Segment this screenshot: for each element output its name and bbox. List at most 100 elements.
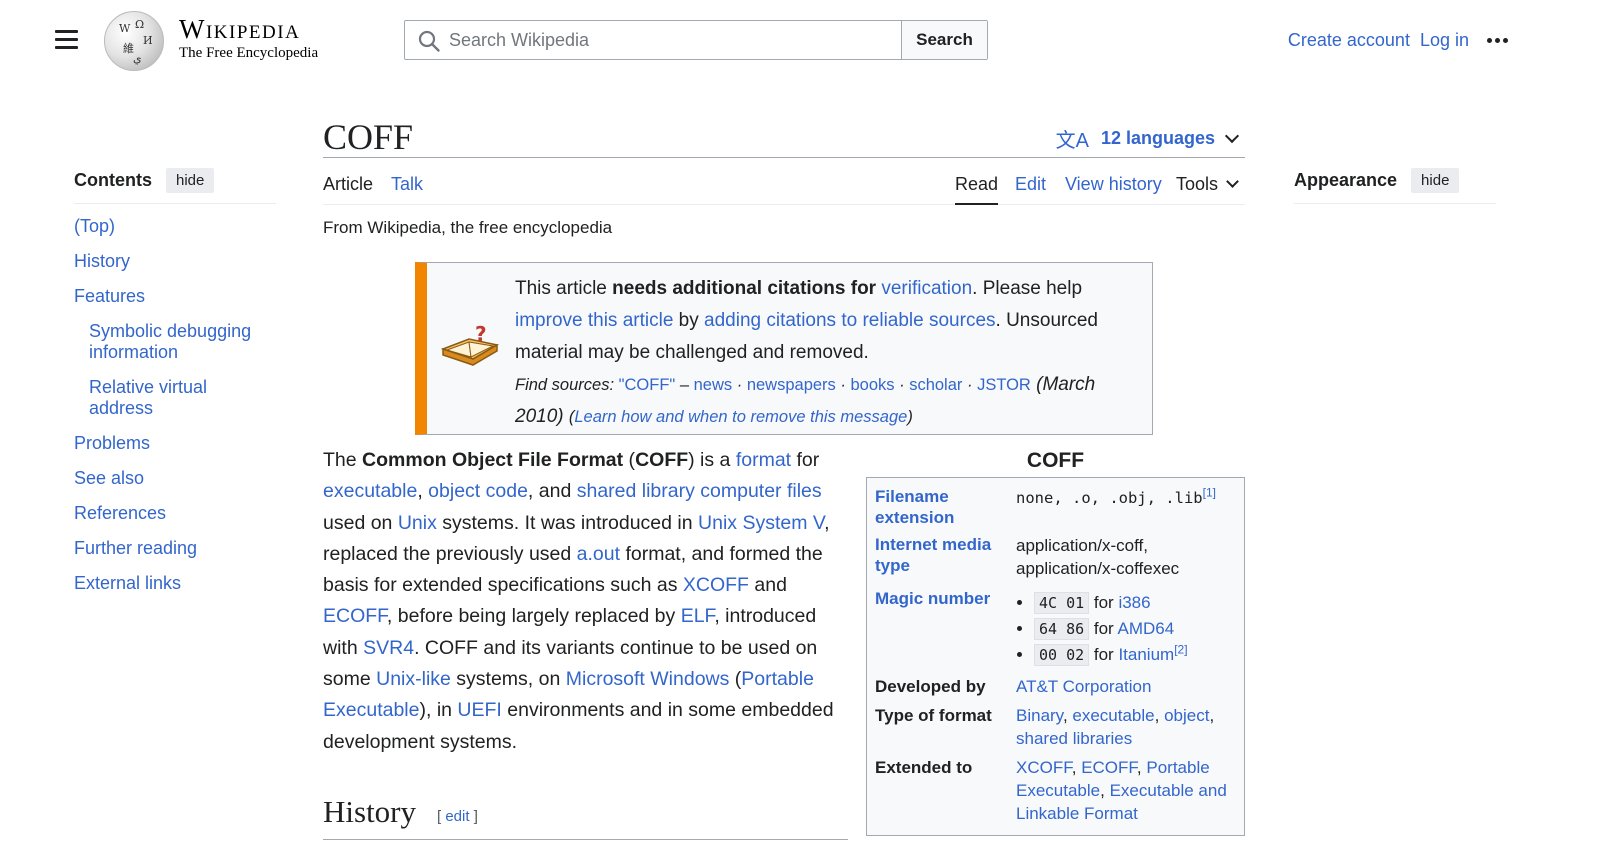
create-account-link[interactable]: Create account — [1288, 30, 1410, 51]
scholar-link[interactable]: scholar — [909, 376, 962, 394]
toc-item-symbolic-debugging[interactable]: Symbolic debugging information — [89, 321, 251, 362]
binary-link[interactable]: Binary — [1016, 706, 1063, 725]
att-link[interactable]: AT&T Corporation — [1016, 677, 1151, 696]
object-link[interactable]: object — [1164, 706, 1209, 725]
xcoff-ext-link[interactable]: XCOFF — [1016, 758, 1072, 777]
bold-term: COFF — [635, 449, 689, 471]
notice-text: by — [673, 310, 705, 331]
tab-article[interactable]: Article — [323, 174, 373, 195]
improve-article-link[interactable]: improve this article — [515, 310, 673, 331]
toc-item-history[interactable]: History — [74, 251, 130, 271]
text: for — [1089, 593, 1119, 612]
find-sources-label: Find sources: — [515, 376, 615, 394]
dash: – — [675, 376, 694, 394]
ref-1-link[interactable]: [1] — [1203, 485, 1216, 499]
toc-item-top[interactable]: (Top) — [74, 216, 115, 236]
executable-link[interactable]: executable — [323, 480, 417, 502]
news-link[interactable]: news — [694, 376, 733, 394]
table-of-contents: Contents hide (Top) History Features Sym… — [74, 166, 276, 608]
ecoff-link[interactable]: ECOFF — [323, 605, 387, 627]
tools-menu[interactable]: Tools — [1176, 174, 1239, 195]
adding-citations-link[interactable]: adding citations to reliable sources — [704, 310, 996, 331]
log-in-link[interactable]: Log in — [1420, 30, 1469, 51]
appearance-hide-button[interactable]: hide — [1411, 168, 1460, 193]
wikipedia-wordmark[interactable]: Wikipedia The Free Encyclopedia — [179, 14, 318, 62]
languages-button[interactable]: 文A 12 languages — [1055, 124, 1240, 153]
microsoft-windows-link[interactable]: Microsoft Windows — [566, 668, 730, 690]
unix-link[interactable]: Unix — [398, 512, 437, 534]
search-button[interactable]: Search — [901, 21, 987, 59]
newspapers-link[interactable]: newspapers — [747, 376, 836, 394]
text: , before being largely replaced by — [386, 605, 681, 628]
toc-item-see-also[interactable]: See also — [74, 468, 144, 488]
toc-item-external-links[interactable]: External links — [74, 573, 181, 593]
object-code-link[interactable]: object code — [428, 480, 528, 502]
toc-hide-button[interactable]: hide — [166, 168, 215, 193]
tab-view-history[interactable]: View history — [1065, 174, 1162, 195]
elf-link[interactable]: ELF — [681, 605, 715, 627]
text: , and — [527, 480, 577, 503]
main-menu-button[interactable] — [55, 30, 78, 50]
internet-media-type-link[interactable]: Internet media type — [875, 534, 1007, 576]
page-title: COFF — [323, 117, 414, 157]
language-icon: 文A — [1055, 130, 1089, 152]
learn-remove-link[interactable]: Learn how and when to remove this messag… — [574, 408, 907, 426]
shared-library-link[interactable]: shared library computer files — [577, 480, 822, 502]
tab-edit[interactable]: Edit — [1015, 174, 1046, 195]
uefi-link[interactable]: UEFI — [457, 699, 501, 721]
section-edit-link[interactable]: edit — [445, 808, 469, 825]
type-value: Binary, executable, object, shared librar… — [1016, 706, 1215, 748]
books-link[interactable]: books — [850, 376, 894, 394]
unix-like-link[interactable]: Unix-like — [376, 668, 451, 690]
search-input[interactable] — [405, 21, 901, 59]
question-book-icon: ? — [440, 322, 500, 366]
notice-text: . Please help — [972, 278, 1083, 299]
chevron-down-icon — [1226, 175, 1239, 188]
citation-notice-text: This article needs additional citations … — [515, 273, 1135, 433]
filename-extension-link[interactable]: Filename extension — [875, 486, 1007, 528]
jstor-link[interactable]: JSTOR — [977, 376, 1031, 394]
toc-item-features[interactable]: Features — [74, 286, 145, 306]
history-section-heading: History [ edit ] — [323, 792, 848, 840]
xcoff-link[interactable]: XCOFF — [683, 574, 749, 596]
media-type-2: application/x-coffexec — [1016, 559, 1180, 578]
toc-item-relative-virtual-address[interactable]: Relative virtual address — [89, 377, 207, 418]
more-options-icon[interactable] — [1487, 37, 1508, 43]
ref-2-link[interactable]: [2] — [1174, 642, 1187, 656]
verification-link[interactable]: verification — [881, 278, 972, 299]
tab-talk[interactable]: Talk — [391, 174, 423, 195]
format-link[interactable]: format — [736, 449, 791, 471]
tab-read[interactable]: Read — [955, 174, 999, 205]
text: used on — [323, 511, 398, 534]
text: ( — [623, 449, 636, 471]
text: ) is a — [688, 449, 736, 471]
magic-number-link[interactable]: Magic number — [875, 588, 1007, 609]
wikipedia-globe-logo[interactable]: W Ω И 維 ي — [104, 11, 164, 71]
bracket: ] — [469, 808, 478, 825]
unix-system-v-link[interactable]: Unix System V — [698, 512, 824, 534]
toc-item-problems[interactable]: Problems — [74, 433, 150, 453]
wordmark-tagline: The Free Encyclopedia — [179, 45, 319, 61]
search-field — [405, 21, 901, 59]
amd64-link[interactable]: AMD64 — [1118, 619, 1175, 638]
toc-item-further-reading[interactable]: Further reading — [74, 538, 197, 558]
svr4-link[interactable]: SVR4 — [363, 637, 414, 659]
bold-term: Common Object File Format — [362, 449, 624, 471]
tools-label: Tools — [1176, 174, 1219, 194]
shared-libraries-link[interactable]: shared libraries — [1016, 729, 1132, 748]
magic-item: 64 86 for AMD64 — [1034, 616, 1238, 642]
toc-item-references[interactable]: References — [74, 503, 166, 523]
find-query-link[interactable]: "COFF" — [619, 376, 676, 394]
executable-type-link[interactable]: executable — [1072, 706, 1154, 725]
itanium-link[interactable]: Itanium — [1118, 645, 1174, 664]
i386-link[interactable]: i386 — [1118, 593, 1150, 612]
magic-list: 4C 01 for i386 64 86 for AMD64 00 02 for… — [1016, 590, 1238, 668]
ecoff-ext-link[interactable]: ECOFF — [1081, 758, 1137, 777]
title-row: COFF 文A 12 languages — [323, 110, 1245, 158]
section-edit: [ edit ] — [437, 808, 478, 825]
toc-title: Contents — [74, 170, 152, 190]
a-out-link[interactable]: a.out — [577, 543, 620, 565]
text: systems, on — [450, 668, 566, 691]
text: , — [417, 480, 429, 503]
magic-code: 64 86 — [1034, 618, 1090, 640]
